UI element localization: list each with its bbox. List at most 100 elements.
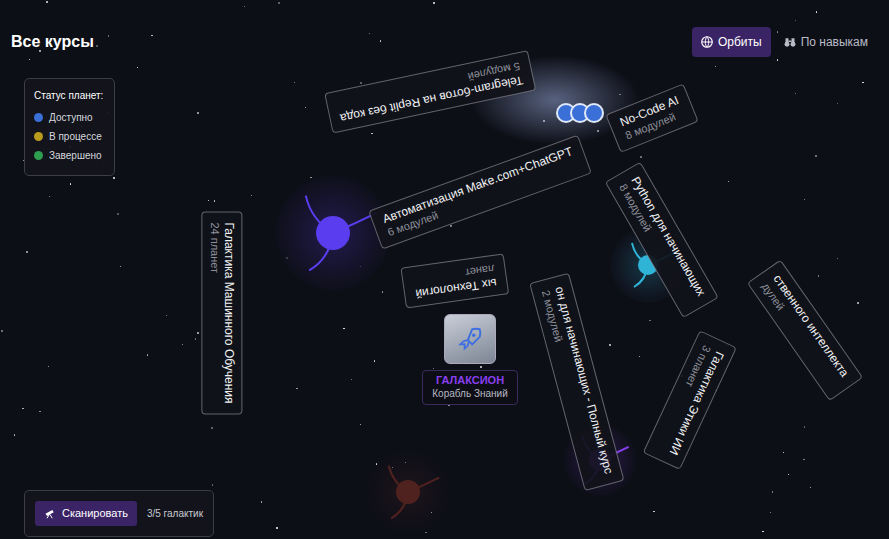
label-count: 6 модулей — [386, 158, 580, 240]
star — [374, 360, 375, 361]
star — [351, 379, 352, 380]
star — [26, 251, 28, 253]
star — [208, 200, 209, 201]
star — [762, 531, 763, 532]
scan-panel: Сканировать 3/5 галактик — [24, 490, 214, 537]
star — [480, 366, 481, 367]
star — [49, 196, 50, 197]
ship-subtitle: Корабль Знаний — [432, 388, 508, 401]
star — [653, 511, 654, 512]
label-name: Галактика Машинного Обучения — [221, 222, 236, 403]
star — [137, 67, 138, 68]
star — [857, 302, 859, 304]
legend-label: Завершено — [49, 148, 102, 163]
status-dot — [34, 132, 43, 141]
star — [450, 225, 451, 226]
star — [382, 291, 383, 292]
legend-label: В процессе — [49, 129, 102, 144]
star — [862, 82, 863, 83]
header: Все курсы Орбиты По навыкам — [0, 0, 889, 57]
star — [96, 45, 98, 47]
legend-item: Завершено — [34, 148, 105, 163]
star — [360, 82, 362, 84]
star — [197, 332, 199, 334]
star — [39, 411, 40, 412]
star — [310, 177, 311, 178]
planet[interactable] — [275, 175, 391, 291]
star — [795, 20, 796, 21]
galaxy-label[interactable]: Галактика Машинного Обучения24 планет — [202, 211, 243, 414]
star — [795, 93, 796, 94]
legend-item: В процессе — [34, 129, 105, 144]
scan-button[interactable]: Сканировать — [35, 501, 137, 526]
course-label[interactable]: он для начинающих - Полный курс2 модулей — [529, 273, 624, 491]
label-name: Автоматизация Make.com+ChatGPT — [381, 144, 575, 227]
star — [117, 213, 119, 215]
galaxy-label[interactable]: Галактика Этики ИИ3 планет — [643, 330, 737, 469]
star — [380, 40, 381, 41]
course-label[interactable]: Автоматизация Make.com+ChatGPT6 модулей — [368, 135, 591, 250]
globe-icon — [701, 36, 713, 48]
star — [772, 491, 773, 492]
star — [448, 405, 449, 406]
view-tab[interactable]: Орбиты — [692, 27, 771, 57]
star — [371, 133, 372, 134]
course-label[interactable]: ственного интеллектадулей — [747, 260, 863, 401]
star — [48, 366, 49, 367]
star — [788, 474, 789, 475]
star — [433, 2, 435, 4]
ship-label: ГАЛАКСИОНКорабль Знаний — [422, 370, 518, 405]
status-legend: Статус планет:ДоступноВ процессеЗавершен… — [24, 78, 115, 176]
star — [777, 59, 778, 60]
star — [151, 35, 152, 36]
star — [804, 426, 805, 427]
star — [369, 33, 370, 34]
star — [837, 258, 838, 259]
rocket-icon — [444, 314, 496, 364]
star — [770, 512, 771, 513]
label-name: он для начинающих - Полный курс — [551, 285, 616, 476]
star — [244, 6, 245, 7]
course-bubble[interactable] — [584, 103, 604, 123]
star — [211, 427, 213, 429]
orbit-canvas[interactable]: Галактика Машинного Обучения24 планетГал… — [0, 0, 889, 539]
ship[interactable]: ГАЛАКСИОНКорабль Знаний — [422, 314, 518, 405]
star — [70, 183, 71, 184]
star — [147, 354, 148, 355]
star — [113, 177, 114, 178]
telescope-icon — [44, 507, 56, 519]
star — [837, 103, 838, 104]
star — [278, 2, 279, 3]
star — [343, 328, 344, 329]
view-tab[interactable]: По навыкам — [775, 27, 877, 57]
star — [197, 112, 199, 114]
star — [803, 459, 804, 460]
star — [305, 107, 306, 108]
star — [182, 344, 183, 345]
star — [195, 338, 196, 339]
planet[interactable] — [366, 450, 450, 534]
tab-label: Орбиты — [718, 33, 762, 51]
star — [815, 155, 817, 157]
galaxy-label[interactable]: ых Технологийланет — [401, 254, 509, 309]
star — [639, 356, 640, 357]
star — [360, 424, 361, 425]
label-count: 24 планет — [208, 222, 222, 403]
star — [22, 408, 23, 409]
legend-title: Статус планет: — [34, 88, 105, 103]
star — [810, 487, 811, 488]
star — [640, 156, 642, 158]
star — [261, 501, 262, 502]
scan-progress: 3/5 галактик — [147, 506, 203, 521]
star — [609, 344, 610, 345]
binoculars-icon — [784, 36, 796, 48]
ship-name: ГАЛАКСИОН — [432, 374, 508, 388]
star — [728, 181, 729, 182]
page-title: Все курсы — [11, 32, 94, 51]
star — [29, 59, 30, 60]
status-dot — [34, 113, 43, 122]
star — [46, 1, 48, 3]
scan-label: Сканировать — [62, 505, 128, 522]
star — [649, 320, 650, 321]
star — [425, 532, 426, 533]
